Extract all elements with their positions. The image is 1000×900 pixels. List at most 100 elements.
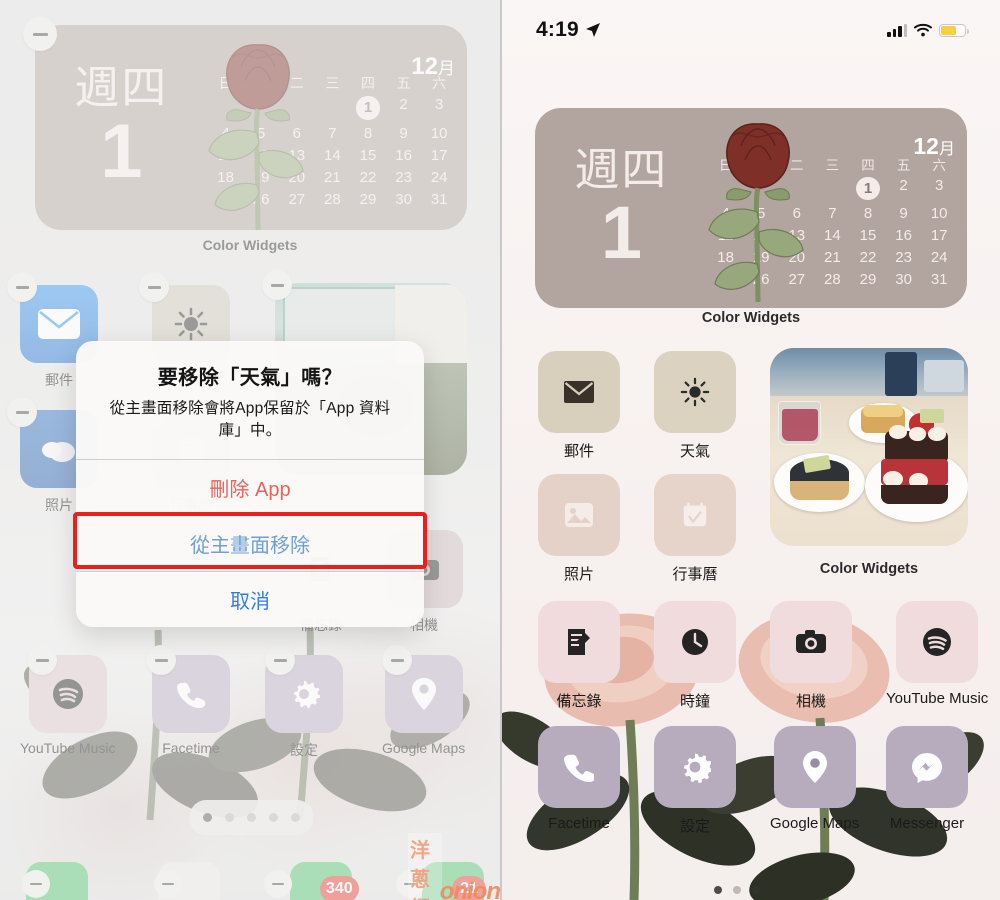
cal-header: 四 (861, 157, 875, 173)
right-app-label: 設定 (679, 818, 710, 835)
dialog-title: 要移除「天氣」嗎？ (157, 367, 343, 389)
right-app-settings[interactable]: 設定 (654, 726, 736, 836)
cal-day: 17 (930, 227, 948, 245)
cal-day: 24 (930, 249, 948, 267)
cal-header: 一 (754, 157, 768, 173)
dialog-header: 要移除「天氣」嗎？ 從主畫面移除會將App保留於「App 資料庫」中。 (76, 341, 424, 459)
right-app-label: 郵件 (563, 443, 594, 460)
delete-app-button[interactable]: 刪除 App (76, 458, 424, 515)
page-dot[interactable] (714, 886, 722, 894)
cal-day: 8 (863, 205, 873, 223)
right-widget-calendar: 12月 日 一 二 三 四 五 六 0000123456789101112131… (708, 128, 967, 288)
right-app-camera[interactable]: 相機 (770, 601, 852, 711)
cancel-button[interactable]: 取消 (76, 570, 424, 627)
right-app-label: 時鐘 (679, 693, 710, 710)
weather-icon (654, 351, 736, 433)
cal-day: 21 (824, 249, 841, 267)
cal-day: 11 (717, 227, 734, 245)
status-time: 4:19 (536, 18, 579, 41)
cal-day: 7 (828, 205, 837, 223)
cal-day: 12 (752, 227, 770, 245)
cal-day: 28 (824, 271, 841, 289)
right-widget-weekday-headers: 日 一 二 三 四 五 六 (708, 154, 957, 174)
cal-day: 18 (717, 249, 734, 267)
matcha-square (920, 409, 945, 424)
cal-header: 二 (790, 157, 804, 173)
right-app-photos[interactable]: 照片 (538, 474, 620, 584)
cal-day: 22 (859, 249, 877, 267)
status-bar: 4:19 (502, 0, 1000, 60)
cal-header: 三 (825, 157, 840, 173)
notes-icon (538, 601, 620, 683)
remove-app-dialog: 要移除「天氣」嗎？ 從主畫面移除會將App保留於「App 資料庫」中。 刪除 A… (76, 341, 424, 627)
right-app-label: YouTube Music (886, 690, 989, 707)
cal-header: 日 (718, 157, 733, 173)
wifi-icon (914, 23, 932, 37)
right-photo-widget[interactable] (770, 348, 968, 546)
right-widget-daynumber: 1 (600, 190, 642, 274)
right-app-label: Facetime (548, 815, 610, 832)
cal-day: 27 (788, 271, 806, 289)
cal-day: 29 (859, 271, 877, 289)
cal-day: 10 (930, 205, 948, 223)
watermark-cn: 洋蔥網通 (408, 833, 442, 900)
calendar-icon (654, 474, 736, 556)
right-app-label: 照片 (563, 566, 594, 583)
right-app-gmaps[interactable]: Google Maps (770, 726, 859, 832)
gear-icon (654, 726, 736, 808)
watermark-en: onion (439, 878, 500, 900)
dialog-message: 從主畫面移除會將App保留於「App 資料庫」中。 (109, 400, 391, 440)
right-app-messenger[interactable]: Messenger (886, 726, 968, 832)
cake-base (789, 480, 850, 501)
right-app-ytmusic[interactable]: YouTube Music (886, 601, 988, 707)
phone-icon (538, 726, 620, 808)
right-widget-date-block: 週四 1 (535, 147, 708, 270)
right-color-widget[interactable]: 週四 1 12月 日 一 二 三 四 五 六 1 2 3 4 5 6 7 8 9… (535, 108, 967, 308)
right-widget-weekday: 週四 (574, 143, 669, 195)
right-phone-screen: 4:19 週四 1 12月 日 一 二 三 四 五 六 1 2 3 4 5 6 … (500, 0, 1000, 900)
cal-day: 3 (935, 176, 944, 194)
right-page-indicator[interactable] (714, 886, 760, 894)
right-app-mail[interactable]: 郵件 (538, 351, 620, 461)
status-bar-left: 4:19 (536, 18, 601, 42)
cal-day: 4 (721, 205, 730, 223)
cal-day: 2 (899, 176, 908, 194)
page-dot[interactable] (733, 886, 741, 894)
left-phone-screen: 週四 1 12月 日 一 二 三 四 五 六 (0, 0, 500, 900)
cream-dollop (888, 425, 907, 440)
cal-day: 15 (859, 227, 877, 245)
camera-icon (770, 601, 852, 683)
cal-day: 20 (788, 249, 806, 267)
right-app-notes[interactable]: 備忘錄 (538, 601, 620, 711)
right-app-facetime[interactable]: Facetime (538, 726, 620, 832)
remove-from-home-button[interactable]: 從主畫面移除 (76, 514, 424, 571)
status-bar-right (887, 23, 969, 37)
cal-day: 16 (895, 227, 912, 245)
right-photo-widget-label: Color Widgets (819, 561, 919, 577)
page-dot[interactable] (752, 886, 760, 894)
tart-top (863, 405, 903, 418)
spotify-icon (896, 601, 979, 683)
right-app-label: Google Maps (770, 815, 860, 832)
cal-day: 30 (895, 271, 912, 289)
battery-icon (939, 23, 969, 37)
right-app-weather[interactable]: 天氣 (654, 351, 736, 461)
cal-day: 6 (792, 205, 801, 223)
right-app-label: 相機 (795, 693, 826, 710)
screenshot-root: 週四 1 12月 日 一 二 三 四 五 六 (0, 0, 1000, 900)
right-app-clock[interactable]: 時鐘 (654, 601, 736, 711)
mail-icon (538, 351, 620, 433)
right-app-label: 備忘錄 (556, 693, 602, 710)
cal-header: 六 (932, 157, 946, 173)
right-app-label: 行事曆 (672, 566, 718, 583)
right-app-label: 天氣 (679, 443, 710, 460)
cal-day: 26 (752, 271, 770, 289)
cal-day: 13 (788, 227, 806, 245)
cal-day: 25 (717, 271, 734, 289)
right-app-label: Messenger (889, 815, 965, 832)
cellular-bars-icon (887, 23, 907, 37)
right-app-calendar[interactable]: 行事曆 (654, 474, 736, 584)
cal-day: 9 (899, 205, 908, 223)
cal-day: 5 (757, 205, 766, 223)
right-widget-days-grid: 0000123456789101112131415161718192021222… (708, 176, 957, 289)
